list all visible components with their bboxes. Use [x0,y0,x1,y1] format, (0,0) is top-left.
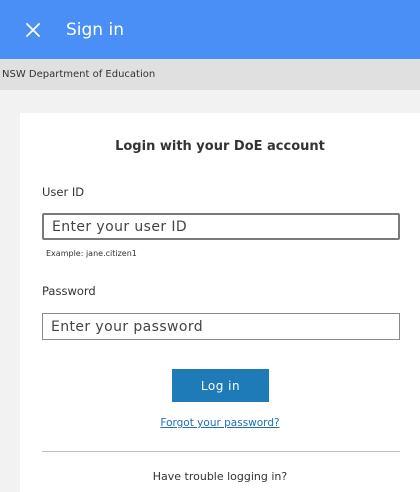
page-title: Sign in [66,19,124,40]
forgot-password-link[interactable]: Forgot your password? [160,417,279,429]
app-bar: Sign in [0,0,420,59]
password-input[interactable] [42,313,400,340]
user-id-input[interactable] [42,213,400,240]
login-button[interactable]: Log in [172,369,269,402]
close-icon [26,22,40,37]
trouble-logging-in-text: Have trouble logging in? [152,470,288,483]
login-heading: Login with your DoE account [115,139,325,154]
login-card: Login with your DoE account User ID Exam… [20,113,420,492]
divider [42,451,400,452]
organization-name: NSW Department of Education [2,69,156,80]
user-id-label: User ID [42,185,85,199]
password-label: Password [42,284,96,298]
forgot-password-container: Forgot your password? [20,417,420,429]
close-button[interactable] [22,19,44,41]
user-id-hint: Example: jane.citizen1 [46,249,137,258]
organization-bar: NSW Department of Education [0,59,420,90]
